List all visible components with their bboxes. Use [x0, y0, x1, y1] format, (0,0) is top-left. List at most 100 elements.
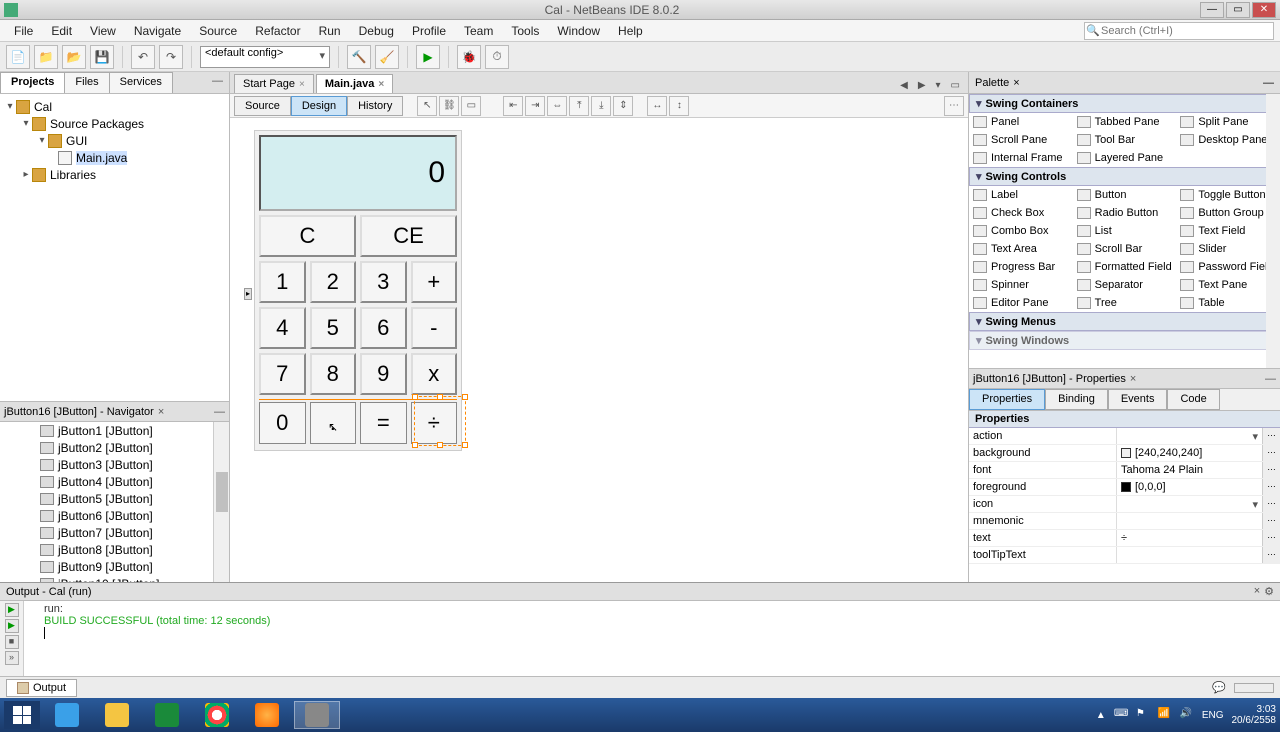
palette-minimize-button[interactable]: —	[1263, 77, 1274, 89]
palette-item[interactable]: Tree	[1073, 294, 1177, 312]
navigator-item[interactable]: jButton4 [JButton]	[0, 473, 229, 490]
palette-item[interactable]: Password Field	[1176, 258, 1280, 276]
calc-btn-0[interactable]: 0	[259, 402, 306, 444]
property-edit-button[interactable]: …	[1262, 445, 1280, 461]
tab-files[interactable]: Files	[64, 72, 109, 93]
tab-max-icon[interactable]: ▭	[947, 78, 964, 93]
property-edit-button[interactable]: …	[1262, 428, 1280, 444]
property-row[interactable]: foreground[0,0,0]…	[969, 479, 1280, 496]
palette-item[interactable]: Layered Pane	[1073, 149, 1177, 167]
output-console[interactable]: run: BUILD SUCCESSFUL (total time: 12 se…	[24, 601, 1280, 676]
calc-btn-7[interactable]: 7	[259, 353, 306, 395]
menu-help[interactable]: Help	[610, 22, 651, 40]
taskbar-explorer[interactable]	[94, 701, 140, 729]
palette-item[interactable]: Toggle Button	[1176, 186, 1280, 204]
undo-button[interactable]: ↶	[131, 45, 155, 69]
palette-item[interactable]: Text Field	[1176, 222, 1280, 240]
tab-services[interactable]: Services	[109, 72, 173, 93]
palette-item[interactable]: Check Box	[969, 204, 1073, 222]
output-settings-icon[interactable]: ⚙	[1264, 585, 1274, 598]
navigator-list[interactable]: jButton1 [JButton] jButton2 [JButton] jB…	[0, 422, 229, 582]
view-design-tab[interactable]: Design	[291, 96, 347, 116]
navigator-minimize-button[interactable]: —	[214, 406, 225, 418]
palette-item[interactable]: Button Group	[1176, 204, 1280, 222]
navigator-item[interactable]: jButton3 [JButton]	[0, 456, 229, 473]
palette-item[interactable]: Spinner	[969, 276, 1073, 294]
calc-btn-9[interactable]: 9	[360, 353, 407, 395]
tab-prev-icon[interactable]: ◀	[896, 78, 912, 93]
props-tab-code[interactable]: Code	[1167, 389, 1219, 410]
output-close-icon[interactable]: ×	[1254, 585, 1260, 598]
palette-item[interactable]: Text Area	[969, 240, 1073, 258]
calc-btn-minus[interactable]: -	[411, 307, 458, 349]
palette-item[interactable]: Formatted Field	[1073, 258, 1177, 276]
menu-navigate[interactable]: Navigate	[126, 22, 189, 40]
align-center-v-icon[interactable]: ⇕	[613, 96, 633, 116]
palette-item[interactable]: Slider	[1176, 240, 1280, 258]
tab-start-page[interactable]: Start Page×	[234, 74, 314, 93]
debug-button[interactable]: 🐞	[457, 45, 481, 69]
rerun-icon[interactable]: ▶	[5, 603, 19, 617]
jframe-form[interactable]: 0 C CE 1 2 3 + 4 5 6 - 7	[254, 130, 462, 451]
property-row[interactable]: toolTipText…	[969, 547, 1280, 564]
navigator-item[interactable]: jButton9 [JButton]	[0, 558, 229, 575]
navigator-item[interactable]: jButton7 [JButton]	[0, 524, 229, 541]
calc-btn-1[interactable]: 1	[259, 261, 306, 303]
palette-group-controls[interactable]: Swing Controls	[969, 167, 1280, 186]
maximize-button[interactable]: ▭	[1226, 2, 1250, 18]
property-edit-button[interactable]: …	[1262, 462, 1280, 478]
property-edit-button[interactable]: …	[1262, 496, 1280, 512]
build-button[interactable]: 🔨	[347, 45, 371, 69]
tray-lang[interactable]: ENG	[1202, 710, 1224, 721]
palette-item[interactable]: Internal Frame	[969, 149, 1073, 167]
property-edit-button[interactable]: …	[1262, 479, 1280, 495]
palette-group-menus[interactable]: Swing Menus	[969, 312, 1280, 331]
tab-main-java[interactable]: Main.java×	[316, 74, 393, 93]
menu-run[interactable]: Run	[311, 22, 349, 40]
palette-item[interactable]: Tabbed Pane	[1073, 113, 1177, 131]
calc-btn-multiply[interactable]: x	[411, 353, 458, 395]
tab-list-icon[interactable]: ▾	[932, 78, 945, 93]
property-row[interactable]: mnemonic…	[969, 513, 1280, 530]
menu-team[interactable]: Team	[456, 22, 501, 40]
align-center-h-icon[interactable]: ⇔	[547, 96, 567, 116]
palette-item[interactable]: Desktop Pane	[1176, 131, 1280, 149]
props-tab-properties[interactable]: Properties	[969, 389, 1045, 410]
palette-item[interactable]: Tool Bar	[1073, 131, 1177, 149]
resize-v-icon[interactable]: ↕	[669, 96, 689, 116]
more-icon[interactable]: »	[5, 651, 19, 665]
start-button[interactable]	[4, 701, 40, 729]
tray-clock[interactable]: 3:03 20/6/2558	[1232, 704, 1277, 726]
view-source-tab[interactable]: Source	[234, 96, 291, 116]
output-window-tab[interactable]: Output	[6, 679, 77, 697]
calc-btn-2[interactable]: 2	[310, 261, 357, 303]
quick-search[interactable]: 🔍	[1084, 22, 1274, 40]
menu-profile[interactable]: Profile	[404, 22, 454, 40]
clean-build-button[interactable]: 🧹	[375, 45, 399, 69]
property-edit-button[interactable]: …	[1262, 547, 1280, 563]
palette-item[interactable]: Panel	[969, 113, 1073, 131]
new-file-button[interactable]: 📄	[6, 45, 30, 69]
property-row[interactable]: icon▾…	[969, 496, 1280, 513]
align-right-icon[interactable]: ⇥	[525, 96, 545, 116]
tab-projects[interactable]: Projects	[0, 72, 65, 93]
properties-minimize-button[interactable]: —	[1265, 373, 1276, 385]
notifications-icon[interactable]: 💬	[1212, 681, 1226, 694]
calc-btn-c[interactable]: C	[259, 215, 356, 257]
calc-btn-5[interactable]: 5	[310, 307, 357, 349]
tray-up-icon[interactable]: ▲	[1096, 710, 1106, 721]
search-input[interactable]	[1101, 25, 1273, 37]
calc-btn-plus[interactable]: +	[411, 261, 458, 303]
palette-item[interactable]: Scroll Pane	[969, 131, 1073, 149]
profile-button[interactable]: ⏱	[485, 45, 509, 69]
navigator-scrollbar[interactable]	[213, 422, 229, 582]
properties-table[interactable]: Properties action▾…background[240,240,24…	[969, 411, 1280, 582]
menu-debug[interactable]: Debug	[351, 22, 402, 40]
palette-item[interactable]: Text Pane	[1176, 276, 1280, 294]
navigator-item[interactable]: jButton5 [JButton]	[0, 490, 229, 507]
navigator-item[interactable]: jButton1 [JButton]	[0, 422, 229, 439]
menu-refactor[interactable]: Refactor	[247, 22, 308, 40]
resize-h-icon[interactable]: ↔	[647, 96, 667, 116]
minimize-button[interactable]: —	[1200, 2, 1224, 18]
calc-btn-6[interactable]: 6	[360, 307, 407, 349]
